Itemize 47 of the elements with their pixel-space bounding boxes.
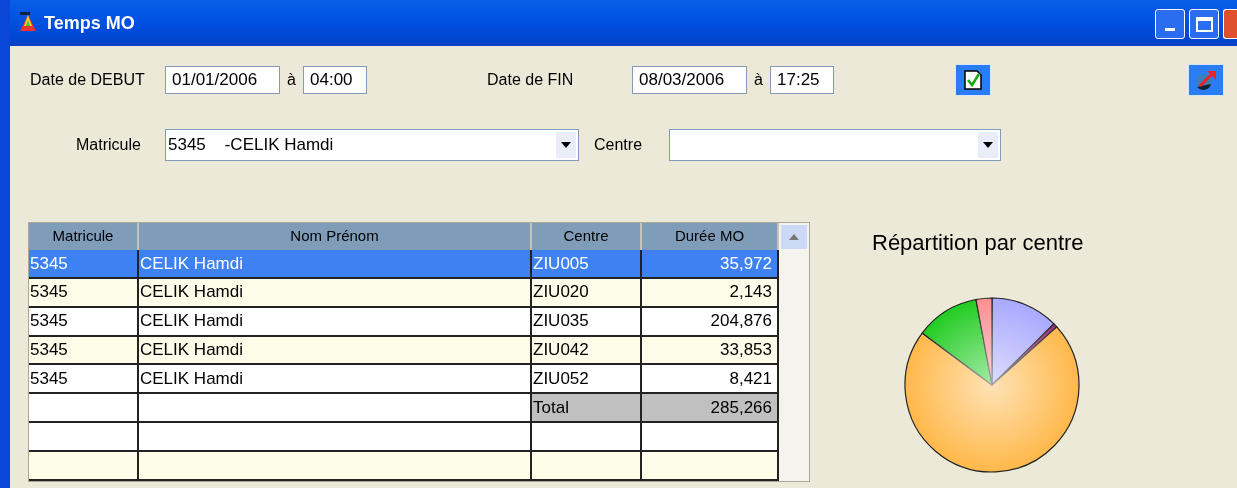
up-arrow-icon (789, 234, 799, 240)
table-cell: CELIK Hamdi (139, 336, 532, 364)
table-cell: ZIU035 (532, 307, 642, 335)
minimize-button[interactable] (1155, 9, 1185, 39)
table-cell: 5345 (29, 365, 139, 393)
chart-title: Répartition par centre (872, 229, 1084, 257)
table-cell: ZIU052 (532, 365, 642, 393)
table-cell: 5345 (29, 278, 139, 306)
table-cell: CELIK Hamdi (139, 307, 532, 335)
field-label: Date de FIN (487, 70, 575, 90)
scrollbar[interactable] (779, 223, 809, 481)
table-cell: CELIK Hamdi (139, 278, 532, 306)
table-cell: 285,266 (642, 394, 779, 422)
field-label: à (754, 70, 763, 90)
close-button[interactable] (1223, 9, 1237, 39)
end-date-field[interactable]: 08/03/2006 (632, 66, 747, 94)
table-cell: 5345 (29, 249, 139, 277)
field-label: Centre (594, 135, 644, 155)
table-cell: Total (532, 394, 642, 422)
table-cell: CELIK Hamdi (139, 365, 532, 393)
table-cell: CELIK Hamdi (139, 249, 532, 277)
field-label: Matricule (76, 135, 142, 155)
table-cell: ZIU020 (532, 278, 642, 306)
export-button[interactable] (1188, 64, 1224, 96)
table-cell: 5345 (29, 336, 139, 364)
table-row[interactable]: 5345 CELIK Hamdi ZIU005 35,972 (29, 249, 779, 279)
start-time-field[interactable]: 04:00 (303, 66, 367, 94)
checked-document-icon (964, 70, 982, 90)
table-cell: 5345 (29, 307, 139, 335)
table-cell: ZIU005 (532, 249, 642, 277)
table-row[interactable]: 5345 CELIK Hamdi ZIU052 8,421 (29, 365, 779, 395)
table-row[interactable]: 5345 CELIK Hamdi ZIU020 2,143 (29, 278, 779, 308)
field-label: à (287, 70, 296, 90)
field-label: Date de DEBUT (30, 70, 146, 90)
validate-button[interactable] (955, 64, 991, 96)
matricule-dropdown[interactable]: 5345 -CELIK Hamdi (165, 129, 579, 161)
end-time-field[interactable]: 17:25 (770, 66, 834, 94)
scroll-up-button[interactable] (781, 225, 807, 249)
app-icon (18, 12, 38, 34)
table-row[interactable]: 5345 CELIK Hamdi ZIU042 33,853 (29, 336, 779, 366)
window-title: Temps MO (44, 11, 136, 35)
table-row[interactable]: 5345 CELIK Hamdi ZIU035 204,876 (29, 307, 779, 337)
table-row[interactable]: Total 285,266 (29, 394, 779, 424)
maximize-button[interactable] (1189, 9, 1219, 39)
table-cell: ZIU042 (532, 336, 642, 364)
globe-arrow-icon (1194, 69, 1218, 91)
start-date-field[interactable]: 01/01/2006 (165, 66, 280, 94)
